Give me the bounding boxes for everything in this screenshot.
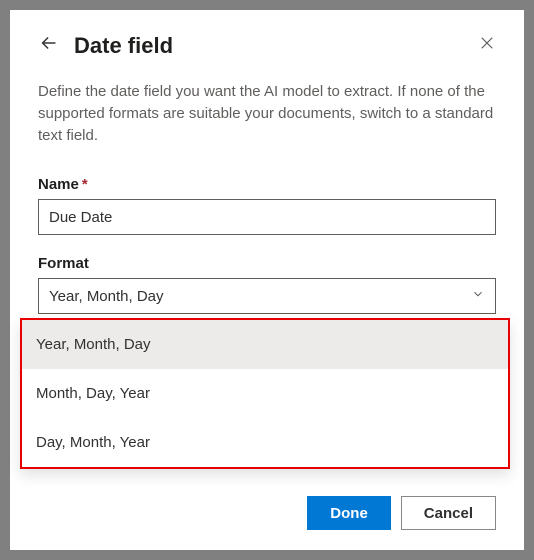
date-field-panel: Date field Define the date field you wan… <box>10 10 524 550</box>
panel-title: Date field <box>74 33 464 59</box>
close-icon[interactable] <box>478 34 496 57</box>
panel-header: Date field <box>38 32 496 59</box>
dropdown-option[interactable]: Month, Day, Year <box>22 369 508 418</box>
chevron-down-icon <box>471 287 485 305</box>
required-asterisk: * <box>82 176 88 193</box>
done-button[interactable]: Done <box>307 496 391 530</box>
back-arrow-icon[interactable] <box>38 32 60 59</box>
panel-footer: Done Cancel <box>307 496 496 530</box>
format-selected-value: Year, Month, Day <box>49 288 164 305</box>
format-dropdown[interactable]: Year, Month, Day <box>38 278 496 314</box>
name-label: Name* <box>38 176 496 193</box>
format-dropdown-list: Year, Month, Day Month, Day, Year Day, M… <box>20 318 510 469</box>
cancel-button[interactable]: Cancel <box>401 496 496 530</box>
name-input[interactable] <box>38 199 496 235</box>
dropdown-option[interactable]: Day, Month, Year <box>22 418 508 467</box>
dropdown-option[interactable]: Year, Month, Day <box>22 320 508 369</box>
format-label: Format <box>38 255 496 272</box>
panel-description: Define the date field you want the AI mo… <box>38 81 496 146</box>
